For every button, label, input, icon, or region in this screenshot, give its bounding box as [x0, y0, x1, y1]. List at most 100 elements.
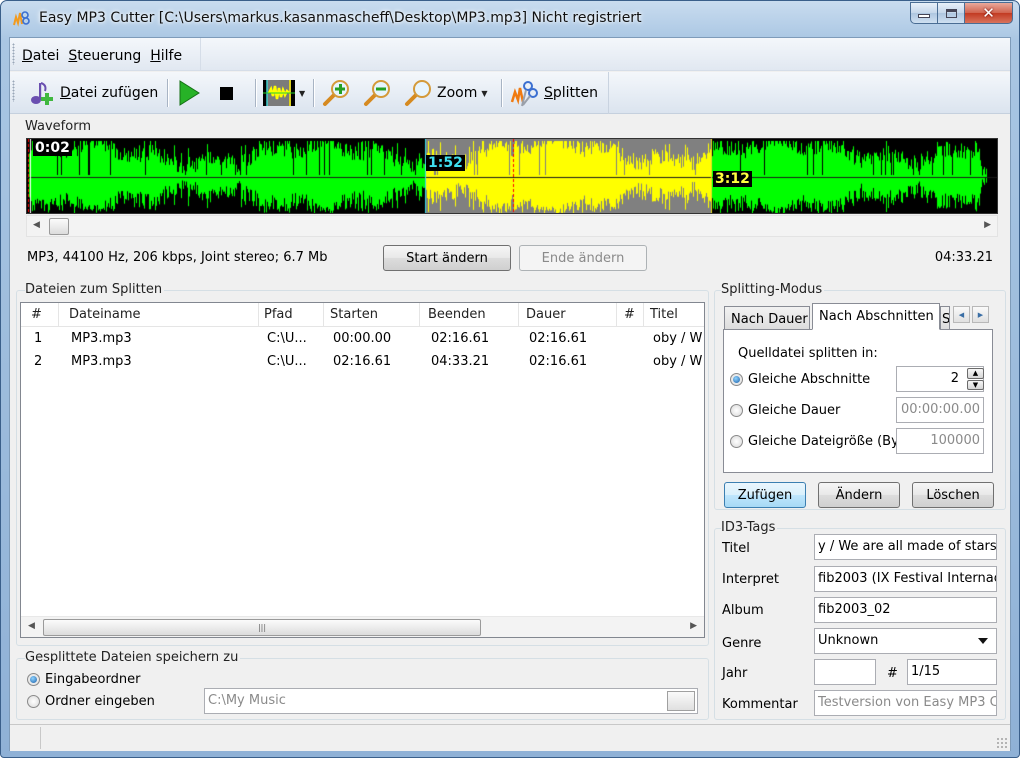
tab-nach-abschnitten[interactable]: Nach Abschnitten — [812, 303, 940, 330]
split-label: Splitten — [544, 85, 599, 101]
album-input[interactable]: fib2003_02 — [814, 597, 997, 623]
scroll-left-icon[interactable]: ◀ — [28, 621, 35, 631]
scroll-right-icon[interactable]: ▶ — [984, 220, 991, 230]
zoom-in-icon — [323, 80, 349, 106]
tab-nach-dauer[interactable]: Nach Dauer — [724, 306, 810, 330]
play-button[interactable] — [176, 78, 202, 108]
files-group-label: Dateien zum Splitten — [25, 282, 165, 297]
maximize-icon — [945, 8, 957, 18]
toolbar-separator — [255, 79, 256, 107]
zoom-button[interactable]: Zoom ▼ — [403, 78, 488, 108]
table-row[interactable]: 2 MP3.mp3 C:\U... 02:16.61 04:33.21 02:1… — [21, 351, 704, 373]
equal-parts-label: Gleiche Abschnitte — [748, 372, 871, 387]
column-path[interactable]: Pfad — [264, 307, 293, 322]
browse-folder-button[interactable] — [667, 691, 695, 711]
comment-input[interactable]: Testversion von Easy MP3 C — [814, 690, 997, 716]
custom-folder-option[interactable]: Ordner eingeben — [27, 694, 155, 709]
zoom-label: Zoom — [437, 85, 478, 101]
minimize-button[interactable] — [910, 2, 938, 24]
equal-size-input[interactable]: 100000 — [896, 428, 984, 454]
tab-third[interactable]: S — [940, 306, 950, 330]
waveform-canvas[interactable] — [27, 139, 997, 213]
app-window: Easy MP3 Cutter [C:\Users\markus.kasanma… — [0, 0, 1020, 758]
add-split-button[interactable]: Zufügen — [724, 482, 806, 508]
waveform-scroll-thumb[interactable] — [49, 218, 69, 235]
minimize-icon — [918, 14, 930, 18]
zoom-out-icon — [364, 80, 390, 106]
scroll-left-icon[interactable]: ◀ — [33, 220, 40, 230]
scroll-right-icon[interactable]: ▶ — [690, 621, 697, 631]
radio-custom-folder[interactable] — [27, 695, 40, 708]
status-bar — [10, 724, 1010, 751]
column-title[interactable]: Titel — [650, 307, 678, 322]
parts-count-spinner[interactable]: ▲ ▼ — [967, 368, 984, 390]
track-value: 1/15 — [911, 664, 941, 679]
zoom-in-button[interactable] — [321, 78, 351, 108]
spin-up-icon[interactable]: ▲ — [967, 368, 984, 379]
waveform-display[interactable]: 0:02 1:52 3:12 — [26, 138, 998, 214]
delete-split-button[interactable]: Löschen — [912, 482, 994, 508]
menu-datei[interactable]: Datei — [22, 48, 59, 64]
waveform-select-button[interactable]: ▼ — [263, 78, 305, 108]
client-area: Datei Steuerung Hilfe Datei zufügen ▼ Zo… — [9, 37, 1011, 751]
add-file-button[interactable]: Datei zufügen — [28, 78, 158, 108]
column-filename[interactable]: Dateiname — [69, 307, 141, 322]
input-folder-option[interactable]: Eingabeordner — [27, 672, 140, 687]
year-input[interactable] — [814, 659, 876, 685]
equal-parts-option[interactable]: Gleiche Abschnitte — [730, 372, 870, 387]
tab-scroll-left-icon[interactable]: ◀ — [953, 306, 970, 323]
cell-title: oby / W — [653, 354, 703, 369]
cell-start: 00:00.00 — [333, 331, 392, 346]
spin-down-icon[interactable]: ▼ — [967, 379, 984, 390]
equal-duration-option[interactable]: Gleiche Dauer — [730, 403, 840, 418]
start-change-button[interactable]: Start ändern — [383, 245, 511, 271]
equal-size-option[interactable]: Gleiche Dateigröße (Byt — [730, 434, 904, 449]
files-list-scrollbar[interactable]: ◀ ||| ▶ — [21, 616, 704, 637]
menu-grip — [12, 43, 15, 65]
equal-duration-input[interactable]: 00:00:00.00 — [896, 397, 984, 423]
column-duration[interactable]: Dauer — [526, 307, 566, 322]
files-list[interactable]: # Dateiname Pfad Starten Beenden Dauer #… — [20, 302, 705, 638]
genre-select[interactable]: Unknown — [814, 628, 997, 654]
stop-button[interactable] — [220, 78, 233, 108]
chevron-down-icon[interactable] — [978, 638, 988, 644]
waveform-scrollbar[interactable]: ◀ ▶ — [26, 215, 998, 237]
radio-input-folder[interactable] — [27, 673, 40, 686]
menu-separator — [200, 38, 201, 71]
radio-equal-duration[interactable] — [730, 404, 743, 417]
output-folder-value: C:\My Music — [208, 693, 286, 708]
maximize-button[interactable] — [938, 2, 965, 24]
artist-input[interactable]: fib2003 (IX Festival Internac — [814, 566, 997, 592]
column-start[interactable]: Starten — [330, 307, 378, 322]
album-label: Album — [722, 603, 764, 618]
cell-path: C:\U... — [267, 354, 307, 369]
zoom-out-button[interactable] — [362, 78, 392, 108]
table-row[interactable]: 1 MP3.mp3 C:\U... 00:00.00 02:16.61 02:1… — [21, 328, 704, 350]
radio-equal-size[interactable] — [730, 435, 743, 448]
comment-value: Testversion von Easy MP3 C — [818, 695, 997, 710]
title-label: Titel — [722, 541, 750, 556]
resize-grip[interactable] — [996, 737, 1008, 749]
split-button[interactable]: Splitten — [510, 78, 598, 108]
genre-label: Genre — [722, 636, 762, 651]
track-input[interactable]: 1/15 — [907, 659, 997, 685]
close-button[interactable]: ✕ — [965, 2, 1013, 24]
column-end[interactable]: Beenden — [428, 307, 486, 322]
input-folder-label: Eingabeordner — [45, 672, 141, 687]
title-input[interactable]: y / We are all made of stars — [814, 534, 997, 560]
radio-equal-parts[interactable] — [730, 373, 743, 386]
output-folder-input[interactable]: C:\My Music — [204, 688, 698, 714]
files-scroll-thumb[interactable]: ||| — [43, 619, 481, 636]
edit-split-button[interactable]: Ändern — [818, 482, 900, 508]
column-number[interactable]: # — [31, 307, 42, 322]
equal-size-value: 100000 — [930, 433, 980, 448]
menu-hilfe[interactable]: Hilfe — [150, 48, 182, 64]
end-change-button[interactable]: Ende ändern — [519, 245, 647, 271]
toolbar-separator — [501, 79, 502, 107]
tab-scroll-right-icon[interactable]: ▶ — [972, 306, 989, 323]
year-label: Jahr — [722, 666, 748, 681]
menu-steuerung[interactable]: Steuerung — [68, 48, 141, 64]
column-track[interactable]: # — [624, 307, 635, 322]
status-separator — [40, 727, 41, 749]
add-file-label: Datei zufügen — [60, 85, 159, 101]
